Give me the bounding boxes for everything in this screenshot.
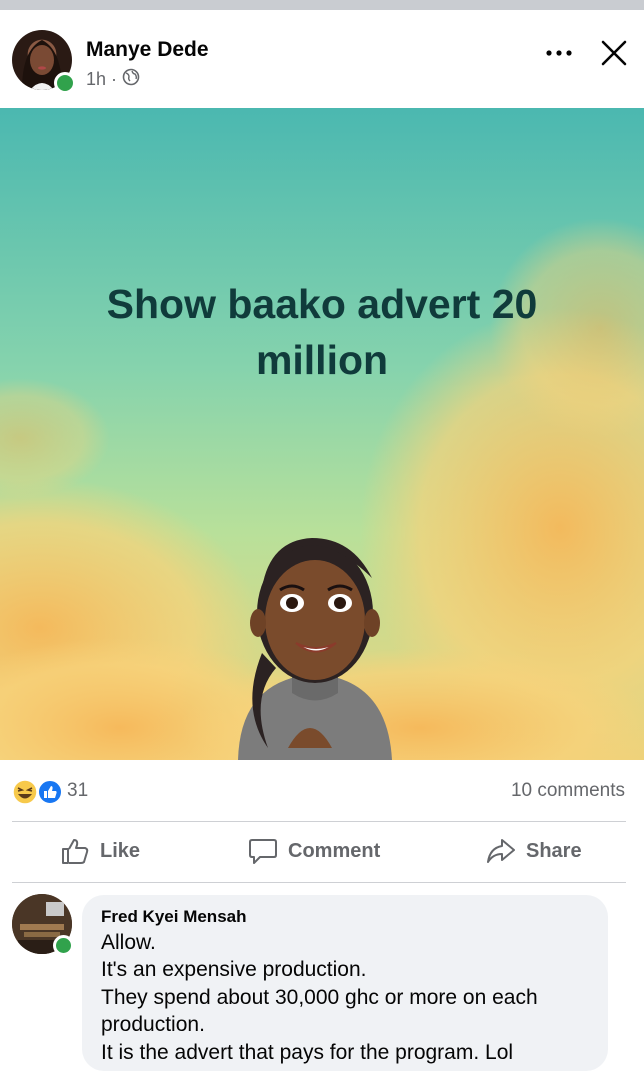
comment-line: production. bbox=[101, 1013, 205, 1037]
comment-button[interactable]: Comment bbox=[248, 836, 380, 866]
comment-line: They spend about 30,000 ghc or more on e… bbox=[101, 985, 538, 1009]
comment-line: It is the advert that pays for the progr… bbox=[101, 1040, 514, 1064]
post-header: Manye Dede 1h · bbox=[0, 10, 644, 108]
share-button[interactable]: Share bbox=[486, 836, 582, 866]
commenter-online-dot bbox=[53, 935, 74, 956]
post-author-name[interactable]: Manye Dede bbox=[86, 38, 209, 62]
commenter-avatar[interactable] bbox=[12, 894, 74, 956]
comment-bubble[interactable]: Fred Kyei Mensah Allow. It's an expensiv… bbox=[82, 895, 608, 1071]
post-meta: 1h · bbox=[86, 68, 140, 91]
like-button[interactable]: Like bbox=[60, 836, 140, 866]
haha-icon bbox=[12, 779, 38, 805]
comment-line: It's an expensive production. bbox=[101, 958, 367, 982]
reactions-summary-row: 31 10 comments bbox=[0, 760, 644, 820]
post-text-line-2: million bbox=[255, 337, 389, 383]
like-label: Like bbox=[100, 839, 141, 862]
post-status-text: Show baako advert 20 million bbox=[40, 276, 604, 388]
author-avatar[interactable] bbox=[12, 30, 76, 94]
like-reaction-icon bbox=[37, 779, 63, 805]
comment-text: Allow. It's an expensive production. The… bbox=[101, 929, 601, 1066]
comment-line: Allow. bbox=[101, 931, 156, 954]
reaction-count[interactable]: 31 bbox=[67, 780, 88, 802]
post-background-card: Show baako advert 20 million bbox=[0, 108, 644, 760]
close-button[interactable] bbox=[597, 36, 631, 70]
reaction-icons[interactable] bbox=[12, 779, 64, 805]
sky-background-art bbox=[0, 108, 644, 760]
comment-bubble-icon bbox=[249, 839, 277, 864]
commenter-name[interactable]: Fred Kyei Mensah bbox=[101, 907, 247, 927]
comment-label: Comment bbox=[288, 839, 381, 862]
close-icon bbox=[601, 40, 627, 66]
share-label: Share bbox=[526, 839, 582, 862]
post-action-bar: Like Comment Share bbox=[0, 822, 644, 882]
comment-item: Fred Kyei Mensah Allow. It's an expensiv… bbox=[0, 883, 644, 1080]
thumbs-up-icon bbox=[62, 839, 89, 864]
online-status-dot bbox=[54, 72, 76, 94]
top-edge-bar bbox=[0, 0, 644, 10]
post-text-line-1: Show baako advert 20 bbox=[106, 281, 538, 327]
more-horizontal-icon bbox=[546, 50, 572, 56]
comments-count[interactable]: 10 comments bbox=[511, 780, 625, 802]
meta-separator: · bbox=[111, 69, 118, 89]
share-arrow-icon bbox=[487, 839, 515, 863]
globe-icon bbox=[122, 68, 140, 91]
post-time[interactable]: 1h bbox=[86, 69, 106, 90]
more-options-button[interactable] bbox=[544, 38, 574, 68]
